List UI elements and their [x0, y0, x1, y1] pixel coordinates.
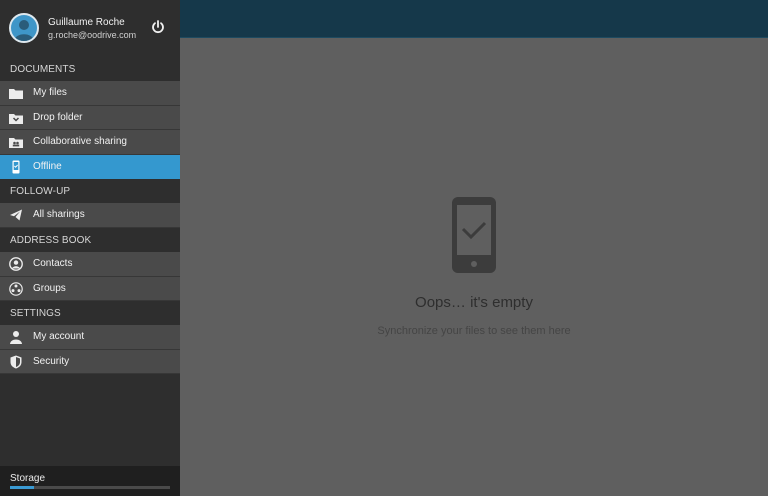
section-documents: DOCUMENTS [0, 57, 180, 81]
send-icon [9, 208, 23, 222]
sidebar-item-offline[interactable]: Offline [0, 154, 180, 180]
groups-icon [9, 281, 23, 296]
sidebar-item-label: Collaborative sharing [33, 136, 127, 148]
avatar[interactable] [9, 13, 39, 43]
folder-icon [9, 86, 23, 100]
shared-folder-icon [9, 135, 23, 149]
top-app-bar [180, 0, 768, 38]
storage-panel: Storage [0, 466, 180, 496]
storage-progress-bar [10, 486, 170, 489]
storage-progress-fill [10, 486, 34, 489]
person-icon [9, 330, 23, 345]
sidebar-item-label: Contacts [33, 257, 73, 269]
sidebar-item-label: Groups [33, 282, 66, 294]
phone-check-icon [452, 197, 496, 273]
person-icon [14, 20, 34, 41]
user-email: g.roche@oodrive.com [48, 30, 137, 40]
contact-circle-icon [9, 257, 23, 271]
sidebar-item-label: All sharings [33, 209, 85, 221]
user-profile: Guillaume Roche g.roche@oodrive.com [0, 0, 180, 57]
power-icon[interactable] [150, 19, 166, 35]
sidebar-item-contacts[interactable]: Contacts [0, 251, 180, 277]
sidebar-item-collaborative-sharing[interactable]: Collaborative sharing [0, 130, 180, 155]
phone-check-icon [9, 160, 23, 174]
sidebar-item-label: Security [33, 355, 70, 367]
empty-state-title: Oops… it's empty [415, 294, 533, 311]
section-address-book: ADDRESS BOOK [0, 227, 180, 252]
section-settings: SETTINGS [0, 301, 180, 326]
drop-folder-icon [9, 111, 23, 125]
sidebar-item-groups[interactable]: Groups [0, 276, 180, 302]
user-name: Guillaume Roche [48, 17, 125, 28]
sidebar-item-drop-folder[interactable]: Drop folder [0, 105, 180, 131]
sidebar-item-my-account[interactable]: My account [0, 325, 180, 350]
sidebar-item-security[interactable]: Security [0, 349, 180, 375]
sidebar-item-label: Offline [33, 160, 62, 172]
sidebar-item-all-sharings[interactable]: All sharings [0, 203, 180, 228]
storage-label: Storage [10, 473, 46, 484]
sidebar-item-my-files[interactable]: My files [0, 81, 180, 106]
main-content: Oops… it's empty Synchronize your files … [180, 38, 768, 496]
section-follow-up: FOLLOW-UP [0, 179, 180, 204]
shield-icon [9, 355, 23, 369]
empty-state: Oops… it's empty Synchronize your files … [180, 196, 768, 337]
empty-state-subtitle: Synchronize your files to see them here [377, 325, 571, 337]
navigation-drawer: Guillaume Roche g.roche@oodrive.com DOCU… [0, 0, 180, 496]
sidebar-item-label: Drop folder [33, 111, 83, 123]
sidebar-item-label: My files [33, 87, 67, 98]
sidebar-item-label: My account [33, 331, 85, 343]
